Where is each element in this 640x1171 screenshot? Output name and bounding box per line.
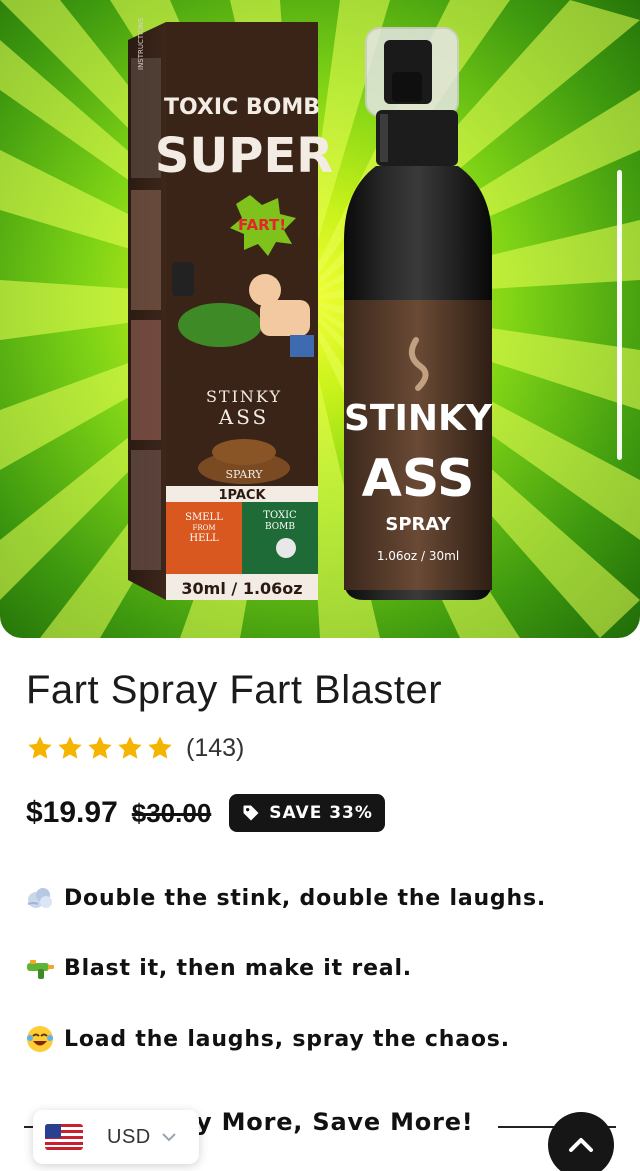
water-gun-icon [27, 960, 54, 979]
save-badge: SAVE 33% [229, 794, 385, 832]
rating-stars [26, 734, 174, 762]
box-toxic-text: TOXIC [263, 510, 297, 521]
star-icon [58, 736, 82, 759]
currency-code: USD [107, 1125, 151, 1148]
box-brand-line2: SUPER [155, 128, 333, 184]
feature-item: Load the laughs, spray the chaos. [24, 1019, 510, 1059]
chevron-down-icon [162, 1133, 176, 1142]
image-scrollbar[interactable] [617, 170, 622, 460]
box-volume-text: 30ml / 1.06oz [181, 579, 302, 598]
box-from-text: FROM [192, 524, 215, 532]
bottle-spray-text: SPRAY [385, 514, 451, 535]
star-icon [118, 736, 142, 759]
box-ass-text: ASS [218, 405, 270, 429]
bottle-stinky-text: STINKY [344, 398, 493, 439]
back-to-top-button[interactable] [548, 1112, 614, 1171]
bottle-ass-text: ASS [362, 449, 475, 509]
box-bomb-text: BOMB [265, 522, 295, 532]
box-spary-text: SPARY [225, 468, 263, 481]
box-brand-line1: TOXIC BOMB [164, 95, 320, 120]
box-stinky-text: STINKY [206, 387, 282, 406]
currency-selector[interactable]: USD [33, 1110, 199, 1164]
bottle-volume-text: 1.06oz / 30ml [377, 549, 459, 563]
feature-item: Blast it, then make it real. [24, 948, 412, 988]
price-tag-icon [243, 805, 259, 821]
star-icon [88, 736, 112, 759]
promo-text: y More, Save More! [196, 1108, 474, 1136]
price-row: $19.97 $30.00 SAVE 33% [26, 790, 385, 836]
feature-text: Double the stink, double the laughs. [64, 885, 546, 911]
laughing-face-icon [27, 1026, 53, 1052]
product-image[interactable]: TOXIC BOMB SUPER FART! STINKY ASS SPARY … [0, 0, 640, 638]
feature-text: Load the laughs, spray the chaos. [64, 1026, 510, 1052]
star-icon [148, 736, 172, 759]
box-burst-text: FART! [238, 216, 286, 234]
product-rating[interactable]: (143) [26, 730, 244, 766]
box-smell-text: SMELL [185, 512, 223, 523]
rating-count[interactable]: (143) [186, 734, 244, 763]
feature-text: Blast it, then make it real. [64, 955, 412, 981]
product-image-artwork: TOXIC BOMB SUPER FART! STINKY ASS SPARY … [0, 0, 640, 638]
feature-item: Double the stink, double the laughs. [24, 878, 546, 918]
sale-price: $19.97 [26, 796, 118, 829]
save-badge-label: SAVE 33% [269, 803, 373, 823]
box-instructions-text: INSTRUCTIONS [137, 17, 145, 70]
chevron-up-icon [569, 1138, 593, 1152]
product-box: TOXIC BOMB SUPER FART! STINKY ASS SPARY … [128, 17, 333, 600]
product-title: Fart Spray Fart Blaster [26, 668, 443, 712]
star-icon [28, 736, 52, 759]
box-hell-text: HELL [189, 533, 219, 544]
us-flag-icon [45, 1124, 83, 1150]
box-pack-text: 1PACK [218, 488, 266, 503]
compare-at-price: $30.00 [131, 797, 212, 828]
wind-puff-icon [27, 888, 52, 908]
